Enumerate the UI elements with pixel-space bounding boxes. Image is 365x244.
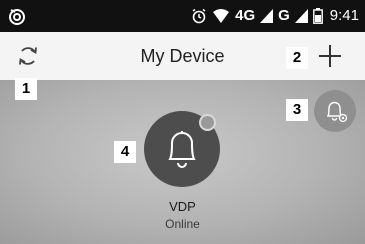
- app-header: My Device: [0, 32, 365, 80]
- cell-signal-icon: [260, 9, 274, 23]
- wifi-signal-icon: [213, 9, 230, 23]
- status-bar: 4G G 9:41: [0, 0, 365, 32]
- status-icons: 4G G 9:41: [191, 6, 359, 26]
- callout-1: 1: [15, 78, 37, 100]
- battery-icon: [312, 8, 323, 24]
- bell-settings-icon: [326, 101, 348, 123]
- notification-app-icon: [9, 9, 25, 25]
- device-name: VDP: [169, 199, 196, 214]
- callout-4: 4: [114, 141, 136, 163]
- callout-3: 3: [286, 99, 308, 121]
- cell-signal-icon-2: [294, 9, 308, 23]
- plus-icon[interactable]: [316, 42, 344, 70]
- network-type-label-2: G: [278, 7, 290, 24]
- page-title: My Device: [140, 46, 225, 66]
- callout-2: 2: [286, 47, 308, 69]
- device-status-dot: [199, 114, 216, 131]
- device-status: Online: [165, 217, 200, 231]
- network-type-label: 4G: [235, 7, 256, 24]
- device-settings-button[interactable]: [314, 90, 356, 132]
- clock-time: 9:41: [329, 7, 359, 24]
- refresh-icon[interactable]: [14, 42, 42, 70]
- alarm-icon: [192, 8, 206, 24]
